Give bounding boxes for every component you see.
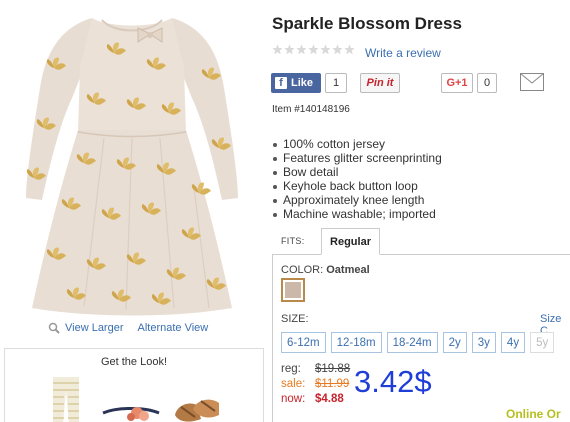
product-image[interactable] (14, 8, 250, 316)
star-icon (320, 44, 331, 55)
color-value: Oatmeal (326, 264, 370, 276)
size-options: 6-12m 12-18m 18-24m 2y 3y 4y 5y (281, 332, 555, 353)
view-larger-link[interactable]: View Larger (65, 322, 124, 334)
feature-item: Features glitter screenprinting (272, 151, 442, 165)
facebook-like-count: 1 (325, 73, 347, 93)
feature-list: 100% cotton jersey Features glitter scre… (272, 137, 442, 221)
size-option[interactable]: 4y (500, 332, 526, 353)
facebook-like-label: Like (291, 77, 314, 89)
size-option[interactable]: 12-18m (330, 332, 382, 353)
size-option[interactable]: 18-24m (386, 332, 438, 353)
feature-item: Keyhole back button loop (272, 179, 442, 193)
color-label: COLOR: Oatmeal (281, 264, 370, 276)
reg-price-label: reg: (281, 363, 301, 375)
star-icon (344, 44, 355, 55)
pinterest-button[interactable]: Pin it (360, 73, 400, 93)
feature-item: Machine washable; imported (272, 207, 442, 221)
size-option-unavailable: 5y (530, 332, 555, 353)
write-review-link[interactable]: Write a review (365, 46, 441, 60)
size-option[interactable]: 2y (442, 332, 467, 353)
rating-stars[interactable] (272, 44, 355, 55)
magnifier-icon (48, 322, 60, 334)
overlay-price: 3.42$ (354, 364, 432, 399)
get-the-look-title: Get the Look! (100, 356, 168, 368)
sandals-thumbnail[interactable] (171, 389, 223, 422)
star-icon (296, 44, 307, 55)
tab-regular[interactable]: Regular (321, 228, 380, 255)
now-price-label: now: (281, 393, 306, 405)
price-block: reg: $19.88 sale: $11.99 now: $4.88 (281, 362, 350, 407)
star-icon (272, 44, 283, 55)
get-the-look-panel: Get the Look! (4, 348, 264, 422)
star-icon (332, 44, 343, 55)
headband-thumbnail[interactable] (101, 399, 161, 422)
fits-label: FITS: (281, 236, 305, 246)
size-option[interactable]: 3y (471, 332, 496, 353)
feature-item: Bow detail (272, 165, 442, 179)
size-label: SIZE: (281, 313, 309, 325)
facebook-icon: f (275, 77, 287, 89)
reg-price: $19.88 (315, 363, 351, 375)
now-price: $4.88 (315, 393, 344, 405)
facebook-like-button[interactable]: f Like (271, 73, 321, 93)
feature-item: Approximately knee length (272, 193, 442, 207)
sale-price: $11.99 (315, 378, 350, 390)
google-plus-count: 0 (477, 73, 497, 93)
online-label: Online Or (506, 407, 561, 421)
product-title: Sparkle Blossom Dress (272, 14, 462, 33)
image-links: View Larger Alternate View (48, 322, 208, 334)
feature-item: 100% cotton jersey (272, 137, 442, 151)
sale-price-label: sale: (281, 378, 306, 390)
alternate-view-link[interactable]: Alternate View (138, 322, 209, 334)
star-icon (308, 44, 319, 55)
envelope-icon[interactable] (520, 73, 544, 91)
star-icon (284, 44, 295, 55)
leggings-thumbnail[interactable] (49, 377, 83, 422)
item-number: Item #140148196 (272, 104, 350, 115)
size-option[interactable]: 6-12m (281, 332, 326, 353)
color-swatch-oatmeal[interactable] (281, 278, 305, 302)
google-plus-button[interactable]: G+1 (441, 73, 473, 93)
